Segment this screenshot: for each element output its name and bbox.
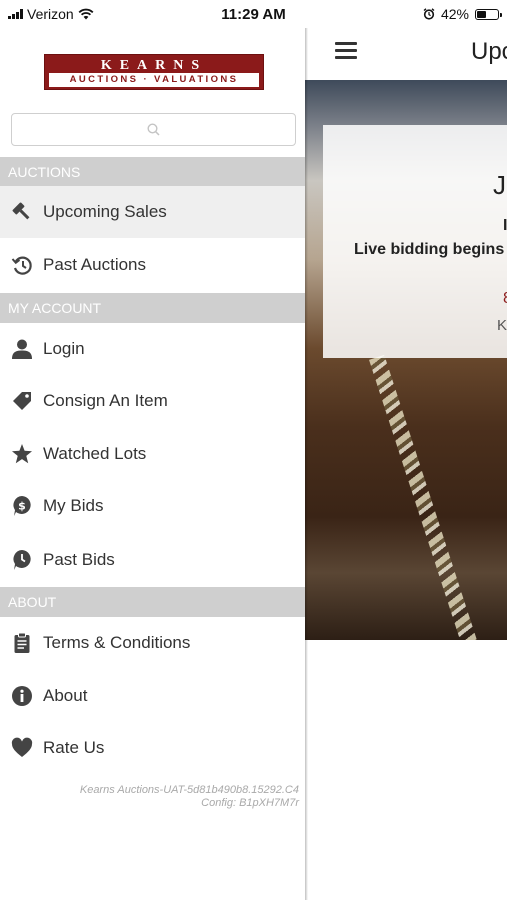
drawer-shadow [305, 28, 308, 900]
menu-item-login[interactable]: Login [0, 323, 305, 375]
carrier-name: Verizon [27, 6, 74, 22]
menu-item-label: My Bids [43, 496, 104, 515]
menu-item-past-auctions[interactable]: Past Auctions [0, 239, 305, 291]
wifi-icon [78, 8, 94, 20]
card-line5: K [497, 317, 507, 334]
status-bar: Verizon 11:29 AM 42% [0, 0, 507, 28]
section-my-account: MY ACCOUNT [0, 293, 305, 323]
kearns-logo: KEARNS AUCTIONS · VALUATIONS [44, 54, 264, 90]
history-icon [10, 253, 34, 277]
menu-item-past-bids[interactable]: Past Bids [0, 534, 305, 586]
card-line4: 8 [503, 290, 507, 308]
search-input[interactable] [11, 113, 296, 146]
battery-percent: 42% [440, 6, 469, 22]
svg-text:$: $ [18, 500, 26, 513]
auction-card[interactable]: J I Live bidding begins 8 K [323, 125, 507, 358]
clock-pin-icon [10, 548, 34, 572]
hero-image[interactable]: J I Live bidding begins 8 K [305, 80, 507, 640]
menu-item-label: Watched Lots [43, 444, 147, 463]
menu-item-label: Past Bids [43, 550, 115, 569]
menu-item-label: Terms & Conditions [43, 633, 191, 652]
user-icon [10, 337, 34, 361]
menu-item-watched-lots[interactable]: Watched Lots [0, 428, 305, 480]
page-title: Upc [471, 38, 507, 65]
star-icon [10, 442, 34, 466]
card-title: J [493, 170, 506, 200]
carrier: Verizon [8, 6, 94, 22]
version-info: Kearns Auctions-UAT-5d81b490b8.15292.C4 … [0, 784, 299, 810]
logo-line1: KEARNS [100, 58, 208, 73]
config-line: Config: B1pXH7M7r [201, 797, 299, 809]
jewelry-image [369, 354, 477, 640]
version-line: Kearns Auctions-UAT-5d81b490b8.15292.C4 [79, 784, 299, 796]
menu-item-label: Past Auctions [43, 255, 147, 274]
battery-icon [475, 8, 502, 20]
menu-item-label: Consign An Item [43, 391, 168, 410]
menu-item-about[interactable]: About [0, 670, 305, 722]
menu-item-label: Login [43, 339, 85, 358]
menu-item-label: Rate Us [43, 738, 105, 757]
card-live-bidding: Live bidding begins [354, 241, 505, 258]
signal-icon [8, 9, 23, 19]
tag-icon [10, 389, 34, 413]
menu-item-my-bids[interactable]: $ My Bids [0, 480, 305, 532]
section-about: ABOUT [0, 587, 305, 617]
heart-icon [10, 736, 34, 760]
menu-item-terms[interactable]: Terms & Conditions [0, 617, 305, 669]
logo-line2: AUCTIONS · VALUATIONS [49, 73, 259, 87]
menu-item-label: Upcoming Sales [43, 202, 167, 221]
menu-item-upcoming-sales[interactable]: Upcoming Sales [0, 186, 305, 238]
clipboard-icon [10, 631, 34, 655]
side-drawer: KEARNS AUCTIONS · VALUATIONS AUCTIONS Up… [0, 28, 305, 900]
card-line2: I [503, 217, 507, 234]
menu-item-rate-us[interactable]: Rate Us [0, 722, 305, 774]
section-auctions: AUCTIONS [0, 157, 305, 187]
gavel-icon [10, 200, 34, 224]
menu-icon[interactable] [335, 42, 357, 60]
dollar-icon: $ [10, 494, 34, 518]
status-right: 42% [423, 6, 502, 22]
menu-item-consign[interactable]: Consign An Item [0, 375, 305, 427]
info-icon [10, 684, 34, 708]
search-icon [147, 123, 160, 136]
main-topbar: Upc [305, 28, 507, 80]
menu-item-label: About [43, 686, 88, 705]
alarm-icon [423, 8, 435, 20]
